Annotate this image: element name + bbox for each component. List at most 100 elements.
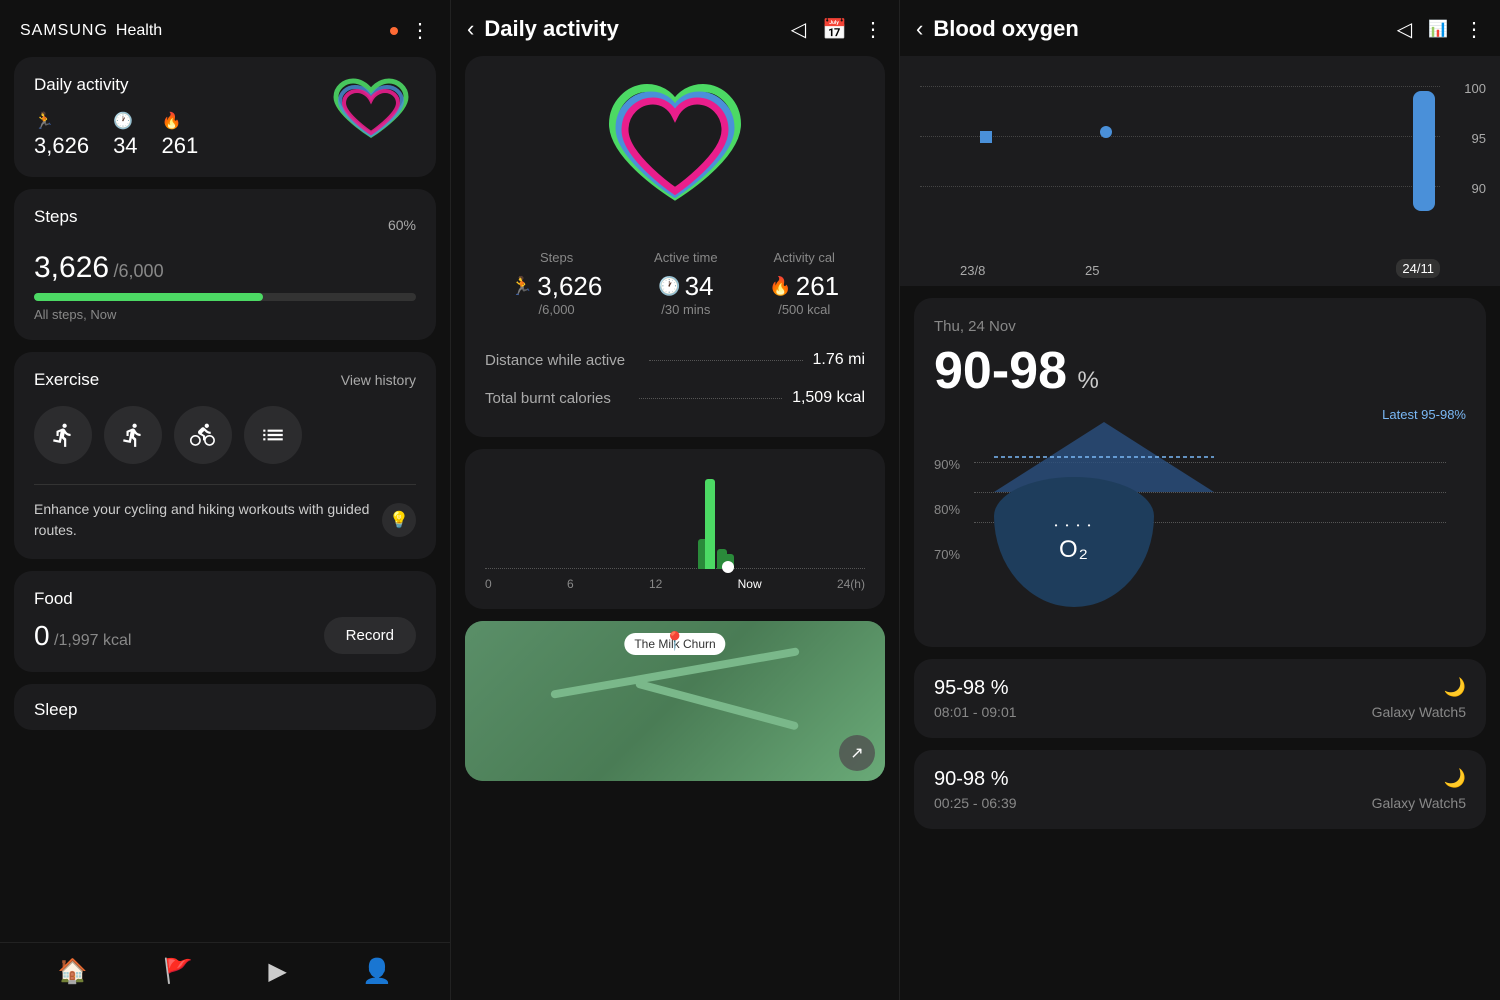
reading-bottom-2: 00:25 - 06:39 Galaxy Watch5: [934, 795, 1466, 811]
active-time-goal: /30 mins: [661, 302, 710, 317]
chart-label-24: 24(h): [837, 577, 865, 591]
play-icon: ▶: [268, 957, 286, 986]
sleep-card[interactable]: Sleep: [14, 684, 436, 730]
daily-activity-card[interactable]: Daily activity 🏃 3,626 🕐 34 🔥 261: [14, 57, 436, 177]
middle-header-title: Daily activity: [484, 16, 780, 42]
exercise-divider: [34, 484, 416, 485]
map-card[interactable]: The Milk Churn 📍 ↗: [465, 621, 885, 781]
right-chart-icon[interactable]: 📊: [1428, 19, 1448, 39]
steps-icon: 🏃: [34, 111, 54, 131]
distance-label: Distance while active: [485, 352, 639, 369]
share-icon[interactable]: ◁: [791, 17, 806, 42]
y-tick-90: 90%: [934, 457, 960, 472]
profile-icon: 👤: [362, 957, 392, 986]
reading-device-1: Galaxy Watch5: [1372, 704, 1466, 720]
reading-top-2: 90-98 % 🌙: [934, 768, 1466, 791]
food-calories: 0: [34, 620, 50, 651]
right-header-icons: ◁ 📊 ⋮: [1397, 17, 1484, 42]
steps-card[interactable]: Steps 60% 3,626 /6,000 All steps, Now: [14, 189, 436, 340]
lightbulb-icon: 💡: [382, 503, 416, 537]
active-time-value: 34: [685, 271, 714, 302]
clock-icon: 🕐: [113, 111, 133, 131]
left-panel: SAMSUNG Health ⋮ Daily activity 🏃 3,626 …: [0, 0, 450, 1000]
map-expand-button[interactable]: ↗: [839, 735, 875, 771]
right-back-button[interactable]: ‹: [916, 16, 923, 42]
view-history-link[interactable]: View history: [341, 372, 416, 388]
reading-time-1: 08:01 - 09:01: [934, 704, 1017, 720]
food-goal: /1,997 kcal: [54, 632, 131, 649]
exercise-card: Exercise View history Enhance you: [14, 352, 436, 559]
middle-menu-icon[interactable]: ⋮: [863, 17, 883, 42]
map-background: The Milk Churn 📍 ↗: [465, 621, 885, 781]
nav-home[interactable]: 🏠: [58, 957, 88, 986]
progress-bar-fill: [34, 293, 263, 301]
moon-icon-2: 🌙: [1444, 768, 1466, 789]
calories-value: 1,509 kcal: [792, 389, 865, 407]
active-time-label: Active time: [654, 250, 718, 265]
reading-date: Thu, 24 Nov: [934, 318, 1466, 335]
droplet-dots: • • • •: [1055, 521, 1094, 530]
right-share-icon[interactable]: ◁: [1397, 17, 1412, 42]
notification-dot: [390, 27, 398, 35]
right-header: ‹ Blood oxygen ◁ 📊 ⋮: [900, 0, 1500, 56]
y-label-90: 90: [1472, 181, 1486, 196]
left-content: Daily activity 🏃 3,626 🕐 34 🔥 261: [0, 57, 450, 942]
steps-metric-goal: /6,000: [539, 302, 575, 317]
moon-icon-1: 🌙: [1444, 677, 1466, 698]
reading-row-1: 95-98 % 🌙 08:01 - 09:01 Galaxy Watch5: [914, 659, 1486, 738]
food-header: Food: [34, 589, 416, 609]
walk-button[interactable]: [34, 406, 92, 464]
reading-range-row: 90-98 %: [934, 345, 1466, 397]
nav-play[interactable]: ▶: [268, 957, 286, 986]
steps-stat-value: 3,626: [34, 133, 89, 159]
spo2-dot-1: [980, 131, 992, 143]
right-menu-icon[interactable]: ⋮: [1464, 17, 1484, 42]
flame-icon: 🔥: [162, 111, 182, 131]
gridline-100: [920, 86, 1440, 87]
chart-bar-2: [705, 479, 715, 569]
steps-header: Steps 60%: [34, 207, 416, 243]
record-button[interactable]: Record: [324, 617, 416, 654]
distance-row: Distance while active 1.76 mi: [485, 341, 865, 379]
chart-label-6: 6: [567, 577, 574, 591]
food-cal-row: 0 /1,997 kcal: [34, 620, 131, 652]
activity-stats: 🏃 3,626 🕐 34 🔥 261: [34, 111, 326, 159]
reading-bottom-1: 08:01 - 09:01 Galaxy Watch5: [934, 704, 1466, 720]
nav-profile[interactable]: 👤: [362, 957, 392, 986]
right-content: 100 95 90 23/8 25 24/11 Thu, 24 Nov 90-9…: [900, 56, 1500, 1000]
calories-row: Total burnt calories 1,509 kcal: [485, 379, 865, 417]
reading-range-2: 90-98 %: [934, 768, 1009, 791]
reading-device-2: Galaxy Watch5: [1372, 795, 1466, 811]
list-button[interactable]: [244, 406, 302, 464]
food-row: 0 /1,997 kcal Record: [34, 617, 416, 654]
bottom-nav: 🏠 🚩 ▶ 👤: [0, 942, 450, 1000]
left-menu-icon[interactable]: ⋮: [410, 18, 430, 43]
droplet-shape: • • • • O₂: [994, 477, 1154, 607]
spo2-current-bar: [1413, 91, 1435, 211]
gridline-90: [920, 186, 1440, 187]
distance-value: 1.76 mi: [813, 351, 865, 369]
run-button[interactable]: [104, 406, 162, 464]
calorie-icon: 🔥: [769, 276, 791, 297]
reading-unit: %: [1077, 367, 1098, 394]
activity-cal-metric: Activity cal 🔥 261 /500 kcal: [769, 250, 839, 317]
exercise-header: Exercise View history: [34, 370, 416, 390]
middle-back-button[interactable]: ‹: [467, 16, 474, 42]
nav-flag[interactable]: 🚩: [163, 957, 193, 986]
chart-labels: 0 6 12 Now 24(h): [485, 577, 865, 591]
calendar-icon[interactable]: 📅: [822, 17, 847, 42]
latest-label: Latest 95-98%: [1382, 407, 1466, 422]
x-label-23-8: 23/8: [960, 263, 985, 278]
exercise-title: Exercise: [34, 370, 99, 390]
active-time-stat-value: 34: [113, 133, 137, 159]
daily-activity-info: Daily activity 🏃 3,626 🕐 34 🔥 261: [34, 75, 326, 159]
calories-stat-value: 261: [162, 133, 199, 159]
steps-percent: 60%: [388, 217, 416, 233]
spo2-dot-2: [1100, 126, 1112, 138]
reading-range: 90-98: [934, 342, 1067, 400]
steps-arrow-icon: 🏃: [511, 276, 533, 297]
y-label-95: 95: [1472, 131, 1486, 146]
calories-label: Total burnt calories: [485, 390, 629, 407]
cycle-button[interactable]: [174, 406, 232, 464]
steps-title: Steps: [34, 207, 77, 227]
